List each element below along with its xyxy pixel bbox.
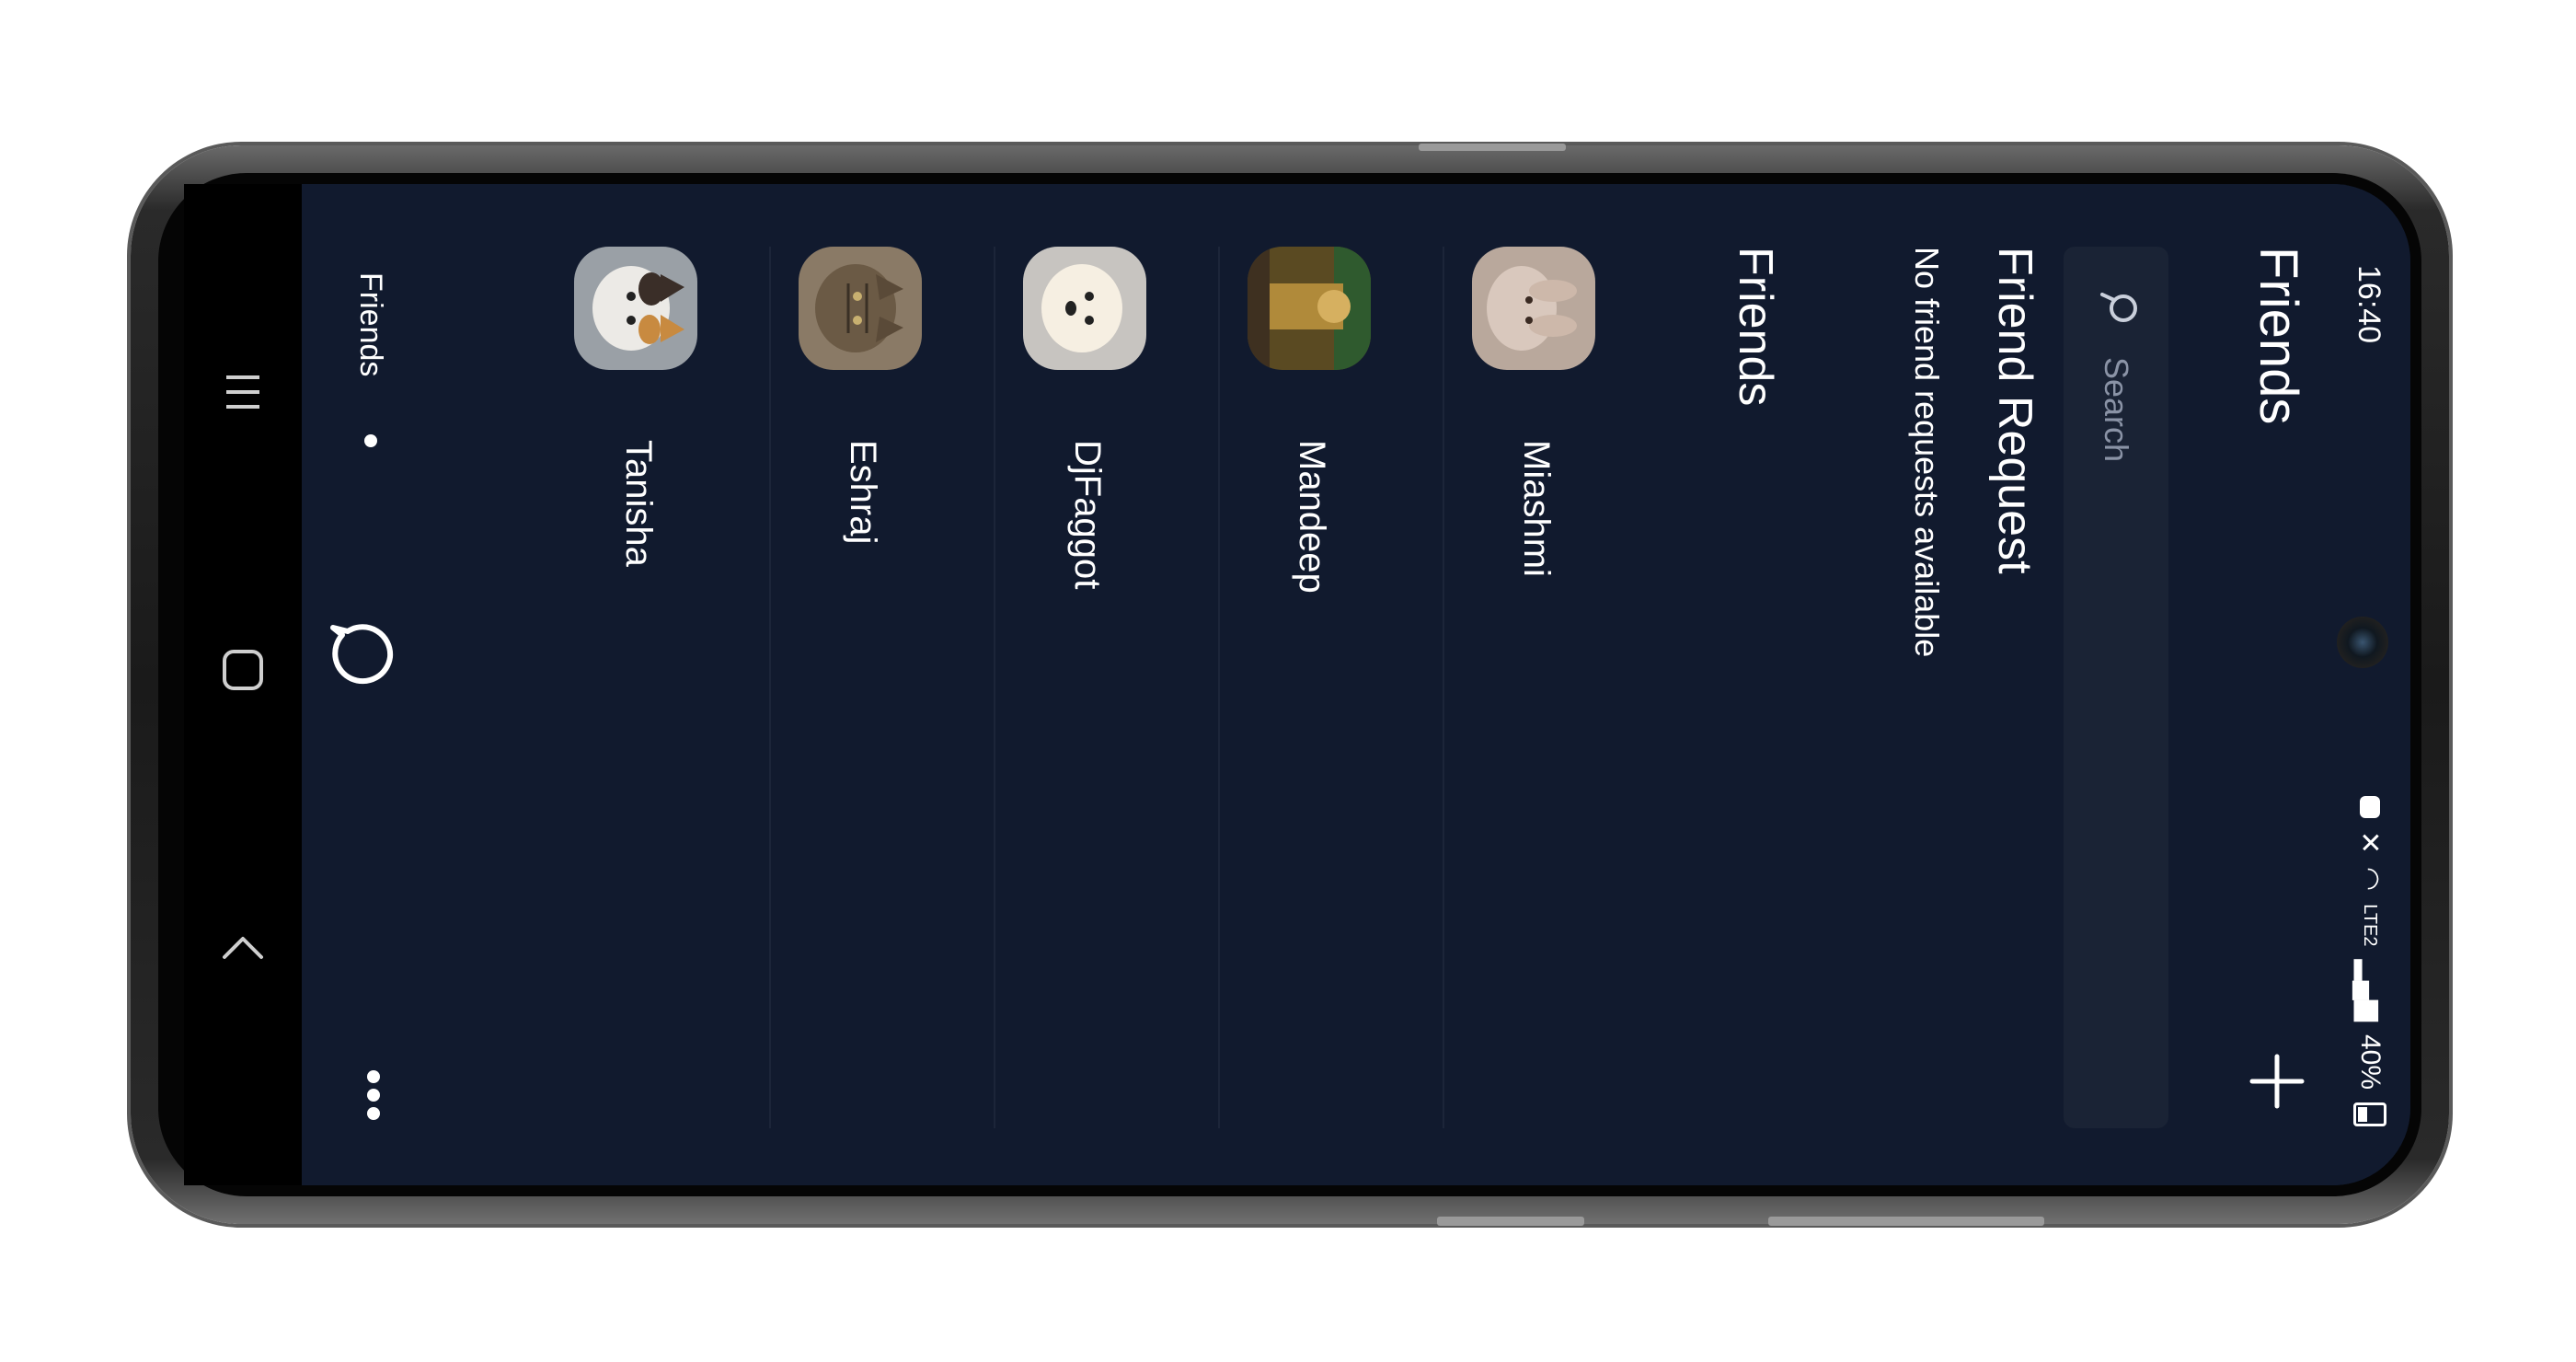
avatar [574, 247, 697, 370]
add-friend-button[interactable] [2245, 1049, 2309, 1114]
search-icon [2100, 293, 2137, 322]
back-button[interactable] [215, 922, 270, 977]
back-icon [223, 937, 263, 959]
battery-percent: 40% [2355, 1033, 2386, 1090]
home-button[interactable] [215, 642, 270, 698]
statue-photo [1248, 247, 1371, 370]
friend-row[interactable]: Tanisha [546, 247, 769, 1128]
more-dots-icon [367, 1070, 380, 1120]
friend-row[interactable]: Mandeep [1218, 247, 1443, 1128]
avatar [799, 247, 922, 370]
nav-friends-label: Friends [353, 272, 388, 377]
recent-apps-button[interactable] [215, 364, 270, 420]
rabbit-photo [1472, 247, 1595, 370]
mute-icon: ✕ [2354, 830, 2386, 855]
avatar [1023, 247, 1146, 370]
status-time: 16:40 [2352, 265, 2386, 344]
network-type: LTE2 [2360, 904, 2381, 947]
recent-apps-icon [226, 375, 259, 409]
search-bar[interactable] [2064, 247, 2168, 1128]
friend-name: DjFaggot [1067, 440, 1108, 590]
friends-heading: Friends [1729, 247, 1782, 407]
active-tab-indicator [364, 434, 377, 447]
chat-bubble-icon [330, 624, 394, 685]
signal-icon: ▂▄▆ [2354, 959, 2386, 1022]
nav-more-button[interactable] [355, 1068, 392, 1123]
plus-icon [2249, 1054, 2305, 1109]
tabby-cat-photo [799, 247, 922, 370]
friend-row[interactable]: Miashmi [1443, 247, 1667, 1128]
system-nav-bar [184, 184, 302, 1185]
friend-name: Eshraj [843, 440, 883, 545]
nav-tab-friends[interactable]: Friends [315, 272, 425, 447]
friend-request-heading: Friend Request [1988, 247, 2041, 574]
avatar [1248, 247, 1371, 370]
power-button [1768, 1217, 2044, 1226]
portrait-view: 16:40 ✕ ◠ LTE2 ▂▄▆ 40% Friends Search Fr… [184, 184, 2410, 1185]
search-input[interactable] [2086, 355, 2146, 1095]
battery-saver-icon [2360, 795, 2380, 818]
battery-icon [2353, 1102, 2386, 1126]
nav-tab-chat[interactable] [326, 620, 399, 694]
friend-row[interactable]: Eshraj [769, 247, 994, 1128]
page-title: Friends [2248, 247, 2308, 425]
wifi-calling-icon: ◠ [2354, 867, 2386, 892]
bottom-nav: Friends [302, 184, 434, 1185]
friend-name: Tanisha [618, 440, 659, 567]
front-camera [2337, 617, 2388, 668]
no-friend-requests-text: No friend requests available [1908, 247, 1946, 658]
dog-photo [1023, 247, 1146, 370]
status-bar: 16:40 ✕ ◠ LTE2 ▂▄▆ 40% [2328, 184, 2410, 1185]
friend-list: Miashmi Mandeep DjFaggot Eshraj Tanisha [546, 247, 1667, 1128]
calico-cat-photo [574, 247, 697, 370]
volume-button [1419, 144, 1566, 151]
home-icon [223, 650, 263, 690]
friend-name: Miashmi [1516, 440, 1557, 577]
friend-name: Mandeep [1292, 440, 1332, 594]
status-icons: ✕ ◠ LTE2 ▂▄▆ 40% [2353, 795, 2386, 1126]
friend-row[interactable]: DjFaggot [994, 247, 1218, 1128]
avatar [1472, 247, 1595, 370]
phone-screen: 16:40 ✕ ◠ LTE2 ▂▄▆ 40% Friends Search Fr… [184, 184, 2410, 1185]
bixby-button [1437, 1217, 1584, 1226]
